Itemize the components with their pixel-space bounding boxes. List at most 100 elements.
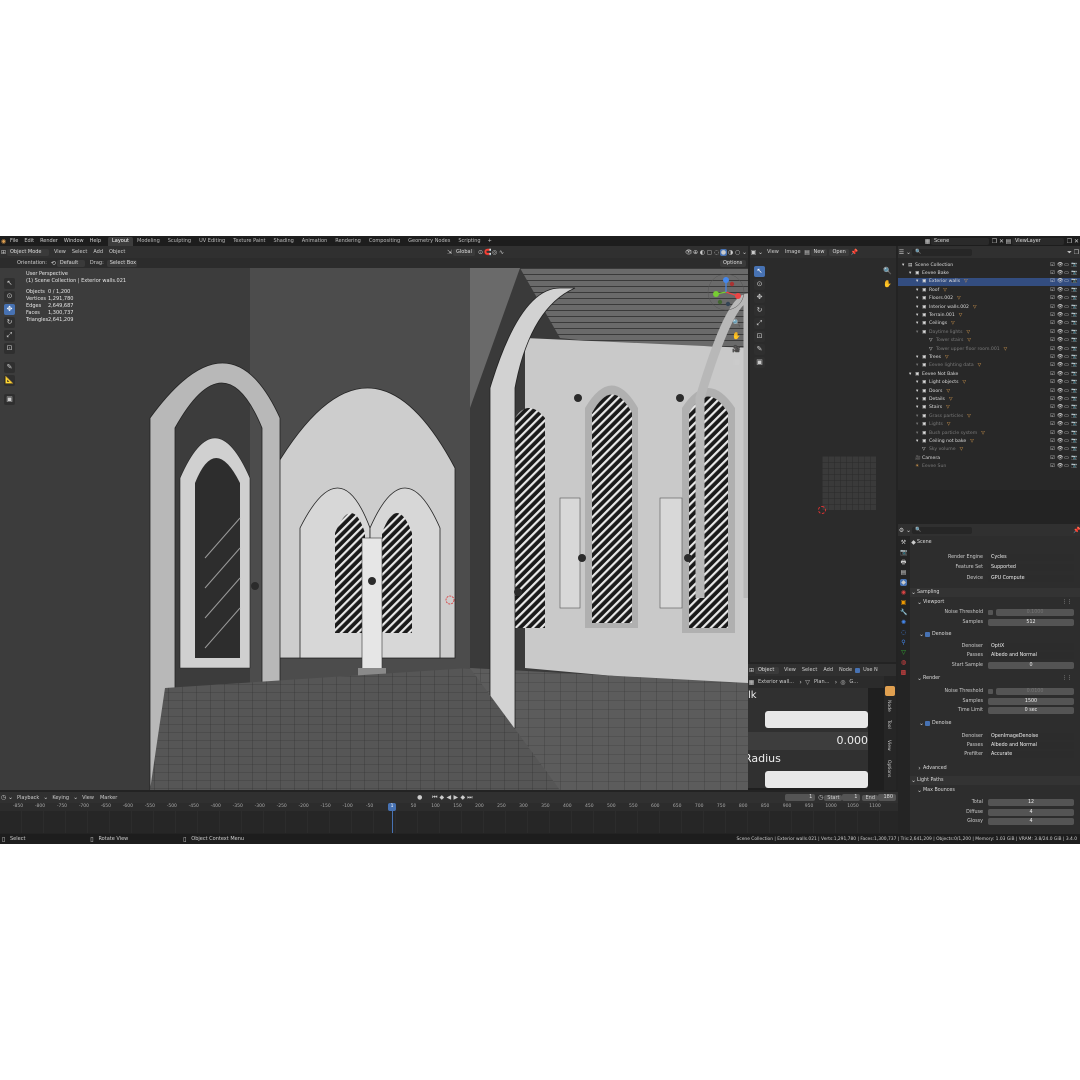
sidebar-tab-view[interactable]: View xyxy=(886,740,891,751)
vp-denoise-subpanel-header[interactable]: ⌄ Denoise xyxy=(910,630,1080,639)
image-cursor-tool-icon[interactable]: ⊙ xyxy=(754,279,765,290)
view-layer-selector[interactable]: ViewLayer xyxy=(1012,237,1064,245)
viewport-menu-add[interactable]: Add xyxy=(90,249,106,255)
sidebar-tab-tool[interactable]: Tool xyxy=(886,720,891,729)
rotate-tool-icon[interactable]: ↻ xyxy=(4,317,15,328)
viewport-disable-icon[interactable]: ▭ xyxy=(1064,355,1069,360)
tab-scripting[interactable]: Scripting xyxy=(454,237,484,246)
outliner-item[interactable]: ▽ Tower upper floor room.001 ▽ ☑ 👁 ▭ 📷 xyxy=(898,345,1080,353)
visibility-icon[interactable]: 👁 xyxy=(685,249,693,256)
shading-rendered-icon[interactable]: ○ xyxy=(734,249,741,256)
r-time-limit-field[interactable]: 0 sec xyxy=(988,707,1074,714)
r-noise-threshold-checkbox[interactable] xyxy=(988,689,993,694)
clock-icon[interactable]: ◷ xyxy=(817,794,824,801)
outliner-new-collection-icon[interactable]: ❐ xyxy=(1073,249,1080,256)
outliner-item[interactable]: ▾ ▣ Stairs ▽ ☑ 👁 ▭ 📷 xyxy=(898,404,1080,412)
node-menu-view[interactable]: View xyxy=(781,667,799,673)
outliner-item[interactable]: ▾ ▣ Interior walls.002 ▽ ☑ 👁 ▭ 📷 xyxy=(898,303,1080,311)
view-layer-close-icon[interactable]: ✕ xyxy=(1073,238,1080,245)
render-camera-icon[interactable]: 📷 xyxy=(1071,329,1077,335)
node-canvas[interactable]: lk 0.000 Radius xyxy=(748,688,884,790)
eye-icon[interactable]: 👁 xyxy=(1057,455,1063,461)
record-icon[interactable]: ● xyxy=(416,794,423,801)
image-menu-image[interactable]: Image xyxy=(782,249,804,255)
vp-samples-field[interactable]: 512 xyxy=(988,619,1074,626)
viewport-disable-icon[interactable]: ▭ xyxy=(1064,296,1069,301)
properties-pin-icon[interactable]: 📌 xyxy=(1073,527,1080,534)
node-menu-add[interactable]: Add xyxy=(820,667,836,673)
texture-tab-icon[interactable]: ▩ xyxy=(900,669,907,676)
transform-tool-icon[interactable]: ⊡ xyxy=(4,343,15,354)
tab-texture-paint[interactable]: Texture Paint xyxy=(229,237,269,246)
view-layer-tab-icon[interactable]: ▤ xyxy=(900,569,907,576)
menu-help[interactable]: Help xyxy=(87,238,104,244)
timeline-type-icon[interactable]: ◷ xyxy=(0,794,7,801)
viewport-disable-icon[interactable]: ▭ xyxy=(1064,363,1069,368)
start-frame-field[interactable]: 1 xyxy=(842,794,861,801)
vp-start-sample-field[interactable]: 0 xyxy=(988,662,1074,669)
select-circle-tool-icon[interactable]: ⊙ xyxy=(4,291,15,302)
render-camera-icon[interactable]: 📷 xyxy=(1071,296,1077,301)
scene-close-icon[interactable]: ✕ xyxy=(998,238,1005,245)
breadcrumb-material[interactable]: Plan... xyxy=(811,679,832,685)
eye-icon[interactable]: 👁 xyxy=(1057,338,1063,343)
gizmo-icon[interactable]: ⊕ xyxy=(692,249,699,256)
exclude-checkbox-icon[interactable]: ☑ xyxy=(1050,447,1055,452)
r-passes-dropdown[interactable]: Albedo and Normal xyxy=(988,742,1074,749)
render-camera-icon[interactable]: 📷 xyxy=(1071,405,1077,410)
outliner-item[interactable]: ▾ ▣ Exterior walls ▽ ☑ 👁 ▭ 📷 xyxy=(898,277,1080,287)
viewport-disable-icon[interactable]: ▭ xyxy=(1064,397,1069,402)
outliner-item[interactable]: ▾ ▣ Lights ▽ ☑ 👁 ▭ 📷 xyxy=(898,421,1080,429)
tab-layout[interactable]: Layout xyxy=(108,236,133,246)
camera-view-icon[interactable]: 🎥 xyxy=(731,344,742,355)
viewport-disable-icon[interactable]: ▭ xyxy=(1064,439,1069,444)
outliner-item[interactable]: ▾ ▣ Floors.002 ▽ ☑ 👁 ▭ 📷 xyxy=(898,295,1080,303)
exclude-checkbox-icon[interactable]: ☑ xyxy=(1050,439,1055,444)
exclude-checkbox-icon[interactable]: ☑ xyxy=(1050,313,1055,318)
exclude-checkbox-icon[interactable]: ☑ xyxy=(1050,405,1055,410)
outliner-item[interactable]: ▾ ▣ Bush particle system ▽ ☑ 👁 ▭ 📷 xyxy=(898,429,1080,437)
image-transform-tool-icon[interactable]: ⊡ xyxy=(754,331,765,342)
eye-icon[interactable]: 👁 xyxy=(1057,296,1063,301)
image-move-tool-icon[interactable]: ✥ xyxy=(754,292,765,303)
render-camera-icon[interactable]: 📷 xyxy=(1071,262,1077,268)
eye-icon[interactable]: 👁 xyxy=(1057,321,1063,326)
tab-uv-editing[interactable]: UV Editing xyxy=(195,237,229,246)
viewport-menu-object[interactable]: Object xyxy=(106,249,128,255)
viewport-disable-icon[interactable]: ▭ xyxy=(1064,304,1069,310)
data-tab-icon[interactable]: ▽ xyxy=(900,649,907,656)
render-tab-icon[interactable]: 📷 xyxy=(900,549,907,556)
outliner-item[interactable]: ▾ ▣ Details ▽ ☑ 👁 ▭ 📷 xyxy=(898,395,1080,403)
outliner-item[interactable]: ▾ ▣ Grass particles ▽ ☑ 👁 ▭ 📷 xyxy=(898,412,1080,420)
node-field-white[interactable] xyxy=(765,711,868,728)
viewport-disable-icon[interactable]: ▭ xyxy=(1064,388,1069,394)
viewport-subpanel-header[interactable]: ⌄ Viewport ⋮⋮ xyxy=(910,598,1080,607)
pivot-icon[interactable]: ⊙ xyxy=(477,249,484,256)
r-noise-threshold-field[interactable]: 0.0100 xyxy=(996,688,1074,695)
viewport-disable-icon[interactable]: ▭ xyxy=(1064,321,1069,326)
exclude-checkbox-icon[interactable]: ☑ xyxy=(1050,304,1055,310)
outliner-item[interactable]: ▾ ▣ Roof ▽ ☑ 👁 ▭ 📷 xyxy=(898,286,1080,294)
tab-compositing[interactable]: Compositing xyxy=(365,237,404,246)
menu-edit[interactable]: Edit xyxy=(21,238,37,244)
play-reverse-icon[interactable]: ◀ xyxy=(445,794,452,801)
timeline-mode-icon[interactable]: ⌄ xyxy=(7,794,14,801)
outliner-item[interactable]: ▾ ▣ Eevee Bake ☑ 👁 ▭ 📷 xyxy=(898,269,1080,277)
image-editor-mode-icon[interactable]: ⌄ xyxy=(757,249,764,256)
scale-tool-icon[interactable]: ⤢ xyxy=(4,330,15,341)
shading-options-icon[interactable]: ⌄ xyxy=(741,249,748,256)
viewport-disable-icon[interactable]: ▭ xyxy=(1064,271,1069,276)
exclude-checkbox-icon[interactable]: ☑ xyxy=(1050,464,1055,469)
drag-handle-icon-2[interactable]: ⋮⋮ xyxy=(1062,676,1080,681)
node-mode-dropdown[interactable]: Object xyxy=(755,666,779,674)
viewport-disable-icon[interactable]: ▭ xyxy=(1064,447,1069,452)
exclude-checkbox-icon[interactable]: ☑ xyxy=(1050,422,1055,427)
viewport-disable-icon[interactable]: ▭ xyxy=(1064,287,1069,293)
overlay-icon[interactable]: ◐ xyxy=(699,249,706,256)
render-camera-icon[interactable]: 📷 xyxy=(1071,397,1077,402)
proportional-edit-icon[interactable]: ◎ xyxy=(491,249,498,256)
outliner-item[interactable]: ▾ ▣ Eevee Not Bake ☑ 👁 ▭ 📷 xyxy=(898,370,1080,378)
eye-icon[interactable]: 👁 xyxy=(1057,430,1063,436)
exclude-checkbox-icon[interactable]: ☑ xyxy=(1050,262,1055,268)
modifier-tab-icon[interactable]: 🔧 xyxy=(900,609,907,616)
